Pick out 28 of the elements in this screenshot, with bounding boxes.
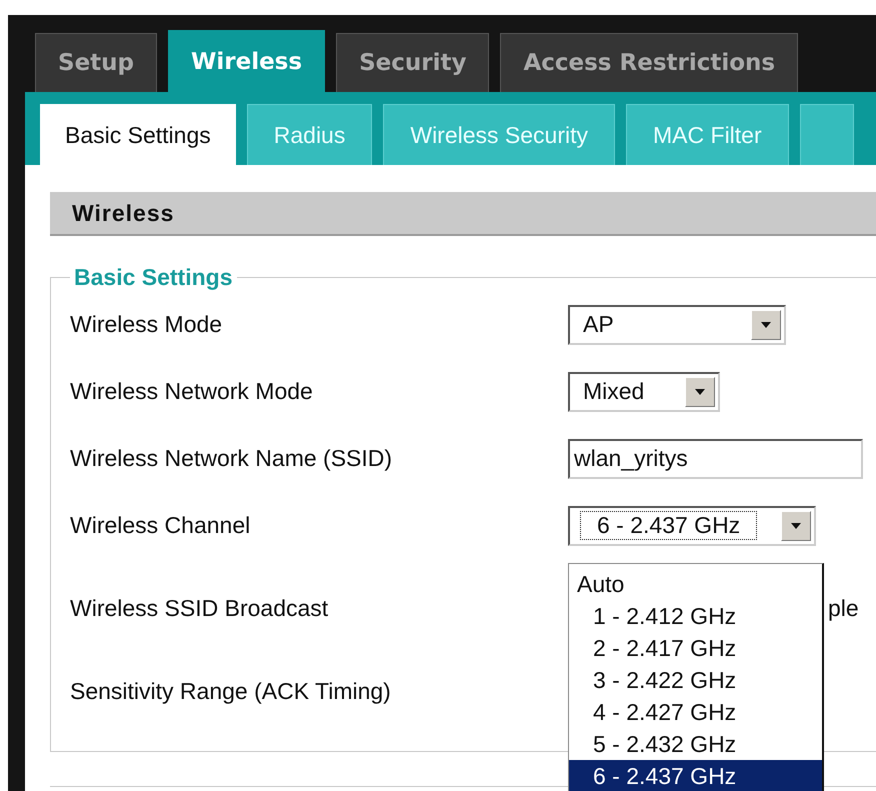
field-label: Wireless Mode xyxy=(70,311,224,338)
radio-label: ple xyxy=(828,595,860,622)
main-tab[interactable]: Access Restrictions xyxy=(500,33,798,92)
input-field[interactable]: wlan_yritys xyxy=(568,438,863,478)
caret-icon xyxy=(751,310,781,340)
field-label: Wireless Network Mode xyxy=(70,378,314,405)
field-label: Wireless Network Name (SSID) xyxy=(70,445,394,472)
main-tab[interactable]: Setup xyxy=(35,33,157,92)
dropdown-option[interactable]: Auto xyxy=(569,568,822,600)
field-label: Sensitivity Range (ACK Timing) xyxy=(70,678,392,705)
section-title: Wireless xyxy=(50,192,876,236)
dropdown-option[interactable]: 6 - 2.437 GHz xyxy=(569,760,822,791)
main-tab[interactable]: Security xyxy=(336,33,490,92)
dropdown-select[interactable]: 6 - 2.437 GHz xyxy=(568,506,816,546)
caret-icon xyxy=(685,376,715,406)
caret-icon xyxy=(781,510,811,540)
field-label: Wireless Channel xyxy=(70,512,252,539)
dropdown-option[interactable]: 4 - 2.427 GHz xyxy=(569,696,822,728)
group-title: Basic Settings xyxy=(73,264,234,291)
sub-tab[interactable] xyxy=(800,104,854,165)
dropdown-option[interactable]: 3 - 2.422 GHz xyxy=(569,664,822,696)
dropdown-select[interactable]: Mixed xyxy=(568,372,720,412)
dropdown-option[interactable]: 2 - 2.417 GHz xyxy=(569,632,822,664)
field-label: Wireless SSID Broadcast xyxy=(70,595,330,622)
dropdown-option[interactable]: 1 - 2.412 GHz xyxy=(569,600,822,632)
sub-tab[interactable]: Basic Settings xyxy=(40,104,236,165)
dropdown-select[interactable]: AP xyxy=(568,304,786,344)
dropdown-option[interactable]: 5 - 2.432 GHz xyxy=(569,728,822,760)
